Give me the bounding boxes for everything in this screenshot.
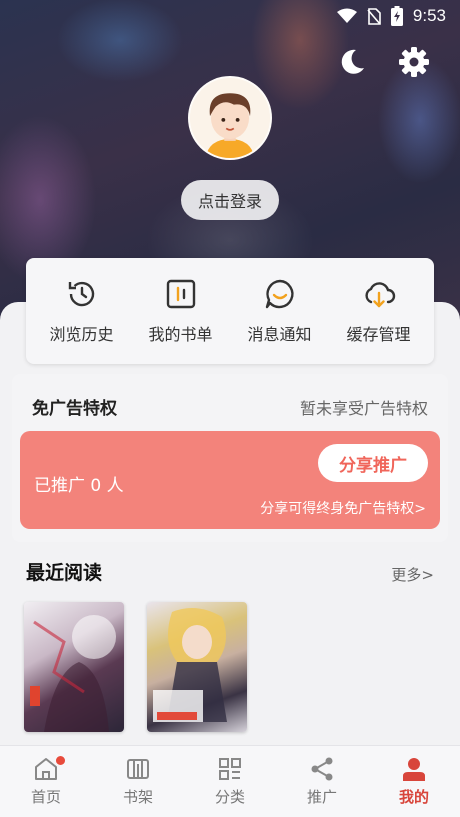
share-icon [311,757,333,781]
share-hint-link[interactable]: 分享可得终身免广告特权> [260,498,426,518]
tab-profile[interactable]: 我的 [368,756,460,807]
ad-free-status: 暂未享受广告特权 [299,399,428,418]
quick-actions: 浏览历史 我的书单 消息通知 缓存管理 [26,258,434,364]
tab-label: 推广 [306,788,337,806]
book-cover-art [153,608,227,722]
booklist-icon [166,279,195,309]
message-icon [265,279,294,309]
tab-home[interactable]: 首页 [0,756,92,807]
quick-action-cache[interactable]: 缓存管理 [331,277,427,345]
tab-label: 首页 [30,788,61,806]
bottom-tab-bar: 首页 书架 分类 推广 我的 [0,745,460,817]
promotion-banner: 已推广 0 人 分享推广 分享可得终身免广告特权> [20,431,440,529]
status-time: 9:53 [412,6,446,25]
quick-action-booklist[interactable]: 我的书单 [133,277,229,345]
no-sim-icon [367,7,381,25]
share-promo-button[interactable]: 分享推广 [318,444,428,482]
promoted-count: 已推广 0 人 [34,476,124,496]
avatar[interactable] [188,76,272,160]
wifi-icon [336,8,357,23]
status-bar: 9:53 [0,0,460,32]
book-cover[interactable] [24,602,124,732]
category-icon [219,758,241,780]
tab-promote[interactable]: 推广 [276,756,368,807]
book-cover-art [30,615,116,732]
settings-button[interactable] [398,46,430,78]
recent-reading-title: 最近阅读 [26,562,103,584]
bookshelf-icon [127,759,149,779]
quick-action-label: 我的书单 [148,325,213,344]
profile-icon [403,758,425,781]
quick-action-label: 消息通知 [247,325,312,344]
cloud-download-icon [364,282,395,308]
notification-badge [56,756,65,765]
tab-label: 我的 [398,788,429,806]
gear-icon [399,47,429,77]
quick-action-label: 缓存管理 [346,325,411,344]
quick-action-label: 浏览历史 [49,325,114,344]
quick-action-history[interactable]: 浏览历史 [34,277,130,345]
more-link[interactable]: 更多> [391,564,434,585]
avatar-face-icon [190,78,270,158]
night-mode-button[interactable] [336,46,368,78]
tab-label: 书架 [122,788,153,806]
login-button[interactable]: 点击登录 [181,180,279,220]
quick-action-messages[interactable]: 消息通知 [232,277,328,345]
tab-category[interactable]: 分类 [184,756,276,807]
ad-free-title: 免广告特权 [32,399,117,419]
moon-icon [341,49,364,74]
battery-charging-icon [390,6,403,26]
history-icon [68,281,94,307]
tab-label: 分类 [214,788,245,806]
book-cover[interactable] [147,602,247,732]
tab-bookshelf[interactable]: 书架 [92,756,184,807]
